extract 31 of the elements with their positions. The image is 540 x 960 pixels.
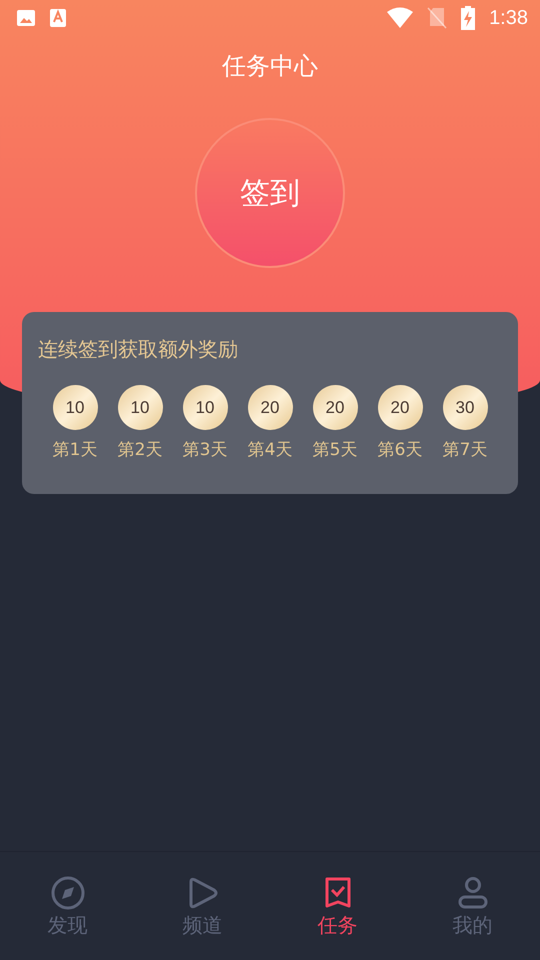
points-coin: 20 (248, 385, 292, 430)
day-label: 第1天 (52, 439, 98, 461)
tab-item[interactable]: 频道 (135, 852, 270, 960)
ribbon-check-icon (322, 876, 352, 910)
no-sim-icon (427, 7, 448, 29)
day-label: 第3天 (182, 439, 228, 461)
user-icon (456, 876, 488, 910)
points-coin: 10 (118, 385, 162, 430)
compass-icon (50, 876, 84, 910)
status-time: 1:38 (489, 6, 528, 30)
font-icon (50, 8, 66, 28)
day-label: 第5天 (312, 439, 358, 461)
points-coin: 10 (52, 385, 98, 430)
tab-item[interactable]: 我的 (405, 852, 540, 960)
wifi-icon (387, 7, 414, 29)
battery-charging-icon (461, 6, 476, 30)
points-coin: 30 (442, 385, 488, 430)
day-label: 第2天 (118, 439, 162, 461)
points-coin: 10 (182, 385, 228, 430)
page-title: 任务中心 (222, 51, 318, 82)
tab-item[interactable]: 任务 (270, 852, 405, 960)
day-label: 第4天 (248, 439, 292, 461)
day-label: 第7天 (442, 439, 488, 461)
tab-item[interactable]: 发现 (0, 852, 135, 960)
sign-in-button[interactable]: 签到 (195, 118, 345, 268)
card-title: 连续签到获取额外奖励 (38, 336, 239, 363)
points-coin: 20 (312, 385, 358, 430)
image-icon (16, 8, 36, 28)
play-icon (186, 876, 218, 910)
day-label: 第6天 (378, 439, 422, 461)
points-coin: 20 (378, 385, 422, 430)
